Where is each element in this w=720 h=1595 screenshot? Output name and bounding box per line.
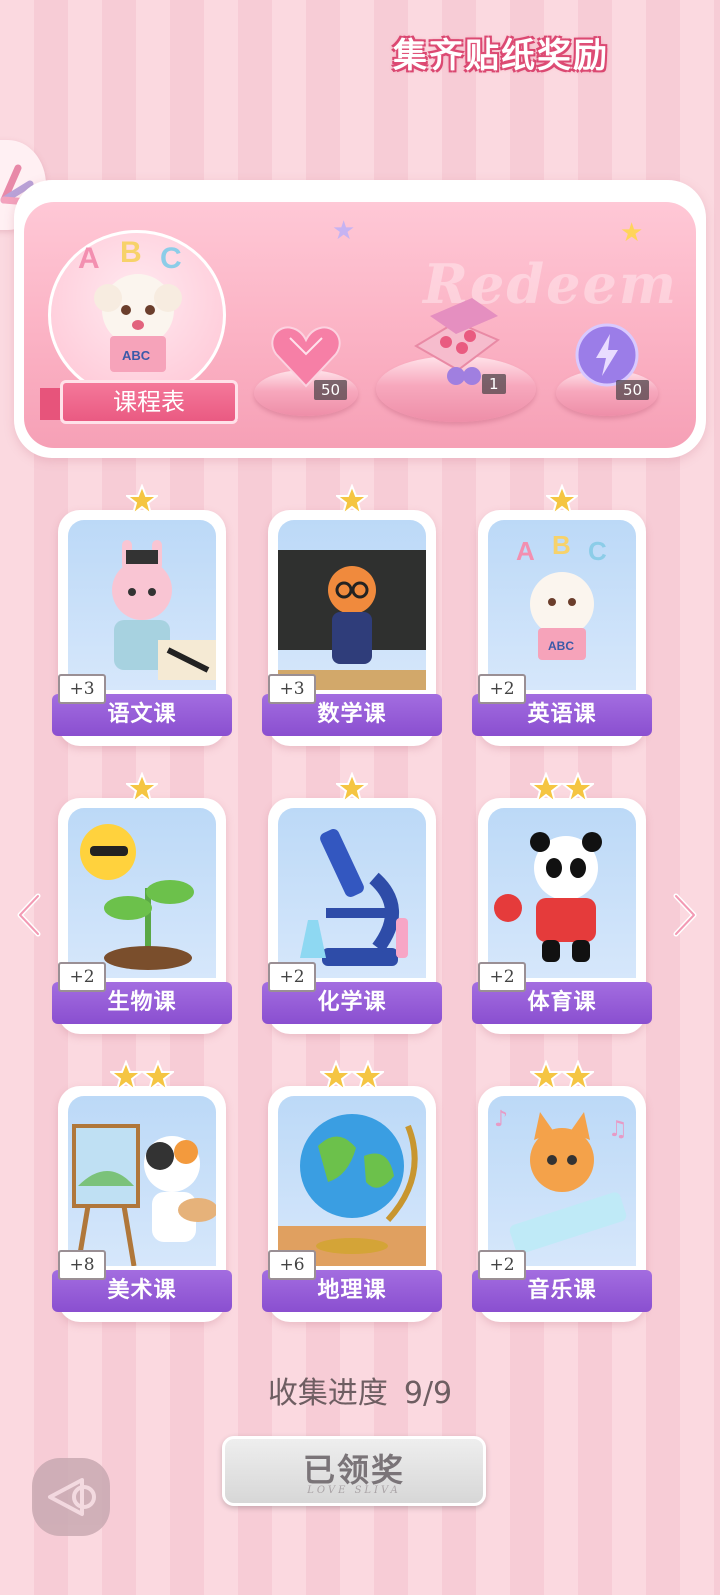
course-art: ♪ ♫ <box>488 1096 636 1266</box>
cat-painter-icon <box>72 1124 216 1266</box>
star-icon <box>124 483 160 517</box>
course-art <box>68 808 216 978</box>
course-card[interactable]: 地理课 +6 <box>262 1059 442 1322</box>
star-icon <box>560 771 596 805</box>
rating-stars <box>478 1059 646 1094</box>
points-badge: +3 <box>268 674 316 704</box>
points-badge: +3 <box>58 674 106 704</box>
progress-label: 收集进度 <box>267 1376 388 1411</box>
claimed-button[interactable]: 已领奖 LOVE SLIVA <box>222 1436 486 1506</box>
globe-icon <box>278 1114 426 1266</box>
points-badge: +2 <box>268 962 316 992</box>
course-art <box>278 1096 426 1266</box>
points-badge: +6 <box>268 1250 316 1280</box>
reward-count: 1 <box>482 374 506 394</box>
course-art <box>68 520 216 690</box>
star-icon: ★ <box>620 218 644 248</box>
course-card[interactable]: A B C ABC 英语课 +2 <box>472 483 652 746</box>
rating-stars <box>268 1059 436 1094</box>
points-badge: +2 <box>478 674 526 704</box>
course-art <box>278 808 426 978</box>
points-badge: +2 <box>478 1250 526 1280</box>
back-arrow-icon <box>48 1478 96 1516</box>
svg-text:C: C <box>588 536 607 566</box>
schedule-button[interactable]: 课程表 <box>60 380 238 424</box>
star-icon: ★ <box>332 216 356 246</box>
course-art: A B C ABC <box>488 520 636 690</box>
svg-text:A: A <box>516 536 535 566</box>
claimed-button-subtext: LOVE SLIVA <box>307 1485 401 1496</box>
reward-count: 50 <box>616 380 650 400</box>
progress-value: 9/9 <box>403 1376 453 1411</box>
gift-box-icon <box>414 298 500 385</box>
bunny-calligraphy-icon <box>112 540 216 680</box>
star-icon <box>334 771 370 805</box>
star-icon <box>334 483 370 517</box>
puppy-abc-icon: A B C ABC <box>78 236 182 372</box>
course-art <box>488 808 636 978</box>
course-art <box>278 520 426 690</box>
banner-title: 集齐贴纸奖励 <box>393 36 609 76</box>
fox-teacher-icon <box>278 550 426 690</box>
star-icon <box>560 1059 596 1093</box>
svg-text:A: A <box>78 242 100 275</box>
course-card[interactable]: 美术课 +8 <box>52 1059 232 1322</box>
cat-keyboard-icon: ♪ ♫ <box>494 1107 628 1254</box>
prev-page-arrow-icon[interactable] <box>12 890 46 940</box>
course-art <box>68 1096 216 1266</box>
svg-text:♪: ♪ <box>494 1107 508 1132</box>
course-card[interactable]: 语文课 +3 <box>52 483 232 746</box>
panda-pingpong-icon <box>494 832 602 962</box>
puppy-abc-icon: A B C ABC <box>516 530 607 660</box>
svg-text:B: B <box>120 236 142 269</box>
rating-stars <box>58 483 226 518</box>
svg-text:ABC: ABC <box>548 639 574 653</box>
collection-progress: 收集进度 9/9 <box>0 1368 720 1412</box>
svg-text:B: B <box>552 530 571 560</box>
reward-count: 50 <box>314 380 348 400</box>
svg-text:♫: ♫ <box>608 1117 628 1142</box>
star-icon <box>528 1059 564 1093</box>
star-icon <box>140 1059 176 1093</box>
rating-stars <box>58 1059 226 1094</box>
points-badge: +2 <box>478 962 526 992</box>
rating-stars <box>268 771 436 806</box>
svg-text:ABC: ABC <box>122 348 151 363</box>
microscope-icon <box>300 829 408 966</box>
course-card[interactable]: ♪ ♫ 音乐课 +2 <box>472 1059 652 1322</box>
star-icon <box>124 771 160 805</box>
star-icon <box>318 1059 354 1093</box>
svg-text:C: C <box>160 242 182 275</box>
rating-stars <box>268 483 436 518</box>
rating-stars <box>58 771 226 806</box>
course-card[interactable]: 体育课 +2 <box>472 771 652 1034</box>
star-icon <box>528 771 564 805</box>
course-card[interactable]: 数学课 +3 <box>262 483 442 746</box>
points-badge: +8 <box>58 1250 106 1280</box>
rating-stars <box>478 771 646 806</box>
lightning-orb-icon <box>575 323 639 387</box>
sun-sprout-icon <box>80 824 194 970</box>
points-badge: +2 <box>58 962 106 992</box>
star-icon <box>350 1059 386 1093</box>
schedule-art[interactable]: A B C ABC <box>48 230 226 400</box>
star-icon <box>108 1059 144 1093</box>
star-icon <box>544 483 580 517</box>
rating-stars <box>478 483 646 518</box>
course-card[interactable]: 生物课 +2 <box>52 771 232 1034</box>
back-button[interactable] <box>32 1458 110 1536</box>
next-page-arrow-icon[interactable] <box>668 890 702 940</box>
course-card[interactable]: 化学课 +2 <box>262 771 442 1034</box>
